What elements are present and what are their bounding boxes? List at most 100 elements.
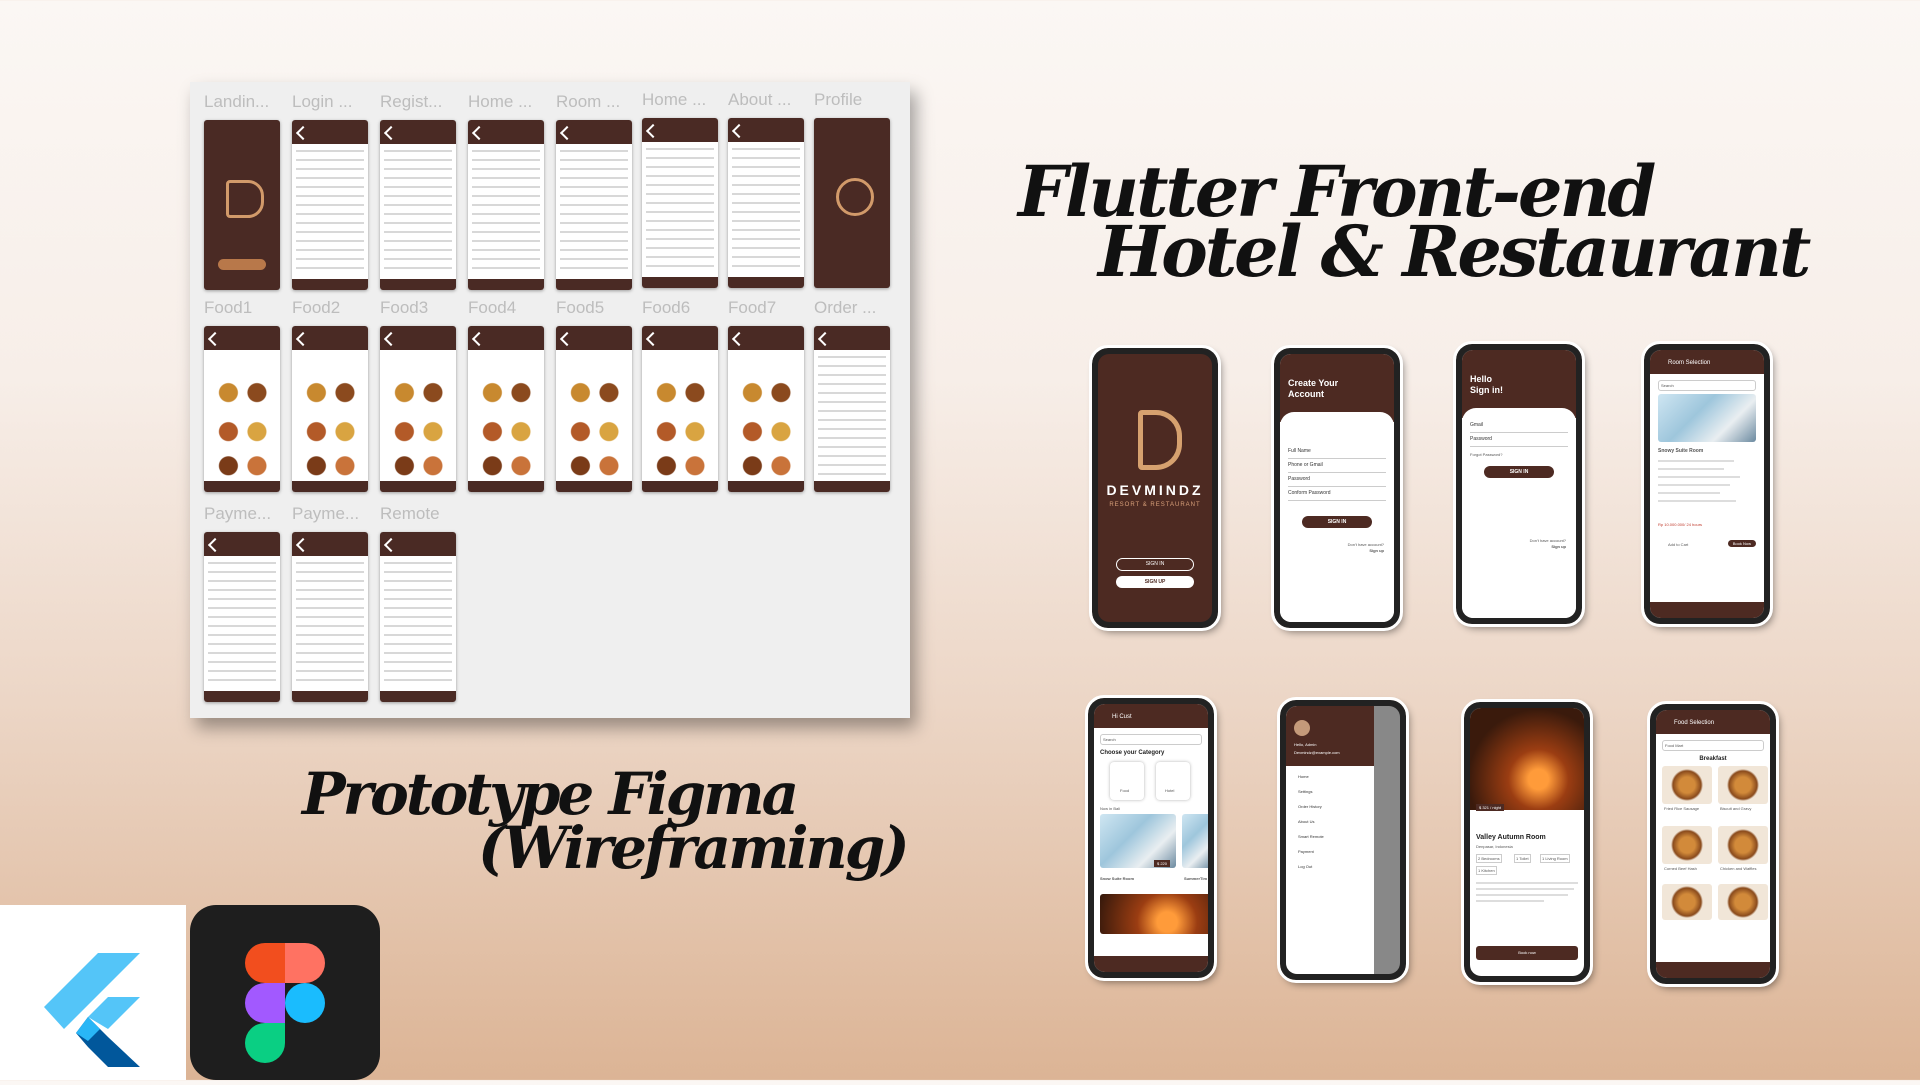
frame-register[interactable] <box>380 120 456 290</box>
frame-home-menu[interactable] <box>642 118 718 288</box>
drawer-item-home[interactable]: Home <box>1298 774 1309 779</box>
frame-landing[interactable] <box>204 120 280 290</box>
food-image[interactable] <box>1718 826 1768 864</box>
frame-profile[interactable] <box>814 118 890 288</box>
detail-room-name: Valley Autumn Room <box>1476 834 1546 841</box>
fullname-field[interactable]: Full Name <box>1288 448 1386 459</box>
phone-field[interactable]: Phone or Gmail <box>1288 462 1386 473</box>
phone-food: Food Selection Food Mart Breakfast Fried… <box>1647 701 1779 987</box>
category-heading: Choose your Category <box>1100 750 1165 756</box>
drawer-item-logout[interactable]: Log Out <box>1298 864 1312 869</box>
hotel-image <box>1100 894 1208 934</box>
detail-location: Denpasar, Indonesia <box>1476 844 1513 849</box>
frame-home[interactable] <box>468 120 544 290</box>
food-image[interactable] <box>1662 884 1712 920</box>
food-image[interactable] <box>1662 766 1712 804</box>
frame-food2[interactable] <box>292 326 368 492</box>
room-search-input[interactable]: Search <box>1658 380 1756 391</box>
frame-payment2[interactable] <box>292 532 368 702</box>
frame-order[interactable] <box>814 326 890 492</box>
food-category-card[interactable]: Food <box>1110 762 1144 800</box>
frame-label: Home ... <box>642 90 707 109</box>
signin-button[interactable]: SIGN IN <box>1116 558 1194 571</box>
confirm-password-field[interactable]: Conform Password <box>1288 490 1386 501</box>
brand-name: DEVMINDZ <box>1106 482 1204 498</box>
login-password-field[interactable]: Password <box>1470 436 1568 447</box>
room-title: Room Selection <box>1668 360 1711 366</box>
signup-button[interactable]: SIGN UP <box>1116 576 1194 588</box>
frame-food5[interactable] <box>556 326 632 492</box>
phone-room: Room Selection Search Snowy Suite Room R… <box>1641 341 1773 627</box>
tag-living: 1 Living Room <box>1540 854 1570 863</box>
frame-login[interactable] <box>292 120 368 290</box>
food-item-3: Corned Beef Hash <box>1664 866 1697 871</box>
tag-kitchen: 1 Kitchen <box>1476 866 1497 875</box>
frame-label: Food1 <box>204 298 253 317</box>
drawer-item-remote[interactable]: Smart Remote <box>1298 834 1324 839</box>
side-drawer: Hello, Admin Devmindz@example.com Home S… <box>1286 706 1374 974</box>
frame-label: Order ... <box>814 298 877 317</box>
drawer-item-settings[interactable]: Settings <box>1298 789 1312 794</box>
frame-room[interactable] <box>556 120 632 290</box>
register-signin-button[interactable]: SIGN IN <box>1302 516 1372 528</box>
frame-payment1[interactable] <box>204 532 280 702</box>
phone-register: Create Your Account Full Name Phone or G… <box>1271 345 1403 631</box>
login-signup-link[interactable]: Sign up <box>1551 544 1566 549</box>
frame-about[interactable] <box>728 118 804 288</box>
frame-label: Profile <box>814 90 863 109</box>
frame-label: Food3 <box>380 298 429 317</box>
phone-landing: DEVMINDZ RESORT & RESTAURANT SIGN IN SIG… <box>1089 345 1221 631</box>
frame-food6[interactable] <box>642 326 718 492</box>
frame-label: Payme... <box>292 504 360 523</box>
forgot-password-link[interactable]: Forgot Password? <box>1470 452 1502 457</box>
frame-food3[interactable] <box>380 326 456 492</box>
food-image[interactable] <box>1718 766 1768 804</box>
detail-price: $ 321 / night <box>1476 804 1505 811</box>
food-item-4: Chicken and Waffles <box>1720 866 1757 871</box>
phone-drawer: Hello, Admin Devmindz@example.com Home S… <box>1277 697 1409 983</box>
food-search-input[interactable]: Food Mart <box>1662 740 1764 751</box>
room-image <box>1658 394 1756 442</box>
frame-food1[interactable] <box>204 326 280 492</box>
home-search-input[interactable]: Search <box>1100 734 1202 745</box>
main-title-line2: Hotel & Restaurant <box>1098 210 1811 293</box>
food-image[interactable] <box>1662 826 1712 864</box>
register-title: Create Your Account <box>1288 378 1339 399</box>
figma-board: Landin... Login ... Regist... Home ... R… <box>190 82 910 718</box>
login-signin-button[interactable]: SIGN IN <box>1484 466 1554 478</box>
drawer-item-order-history[interactable]: Order History <box>1298 804 1322 809</box>
brand-tagline: RESORT & RESTAURANT <box>1109 502 1201 508</box>
drawer-item-about[interactable]: About Us <box>1298 819 1314 824</box>
frame-food4[interactable] <box>468 326 544 492</box>
detail-book-button[interactable]: Book now <box>1476 946 1578 960</box>
figma-logo-icon <box>190 905 380 1080</box>
drawer-item-payment[interactable]: Payment <box>1298 849 1314 854</box>
drawer-user: Hello, Admin <box>1294 742 1317 747</box>
autumn-room-image <box>1470 708 1584 810</box>
gmail-field[interactable]: Gmail <box>1470 422 1568 433</box>
summer-room-image[interactable] <box>1182 814 1208 868</box>
food-title: Food Selection <box>1674 720 1715 726</box>
room-price: Rp 10.000.000/ 24 hours <box>1658 522 1703 527</box>
food-image[interactable] <box>1718 884 1768 920</box>
phone-detail: $ 321 / night Valley Autumn Room Denpasa… <box>1461 699 1593 985</box>
frame-label: Landin... <box>204 92 270 111</box>
frame-label: Food2 <box>292 298 341 317</box>
food-item-2: Biscuit and Gravy <box>1720 806 1752 811</box>
hotel-category-card[interactable]: Hotel <box>1156 762 1190 800</box>
book-now-button[interactable]: Book Now <box>1727 540 1756 547</box>
home-room2-name: SummerTim <box>1184 876 1208 881</box>
subtitle-line2: (Wireframing) <box>478 814 910 882</box>
drawer-email: Devmindz@example.com <box>1294 750 1340 755</box>
home-title: Hi Cust <box>1112 714 1132 720</box>
register-signup-link[interactable]: Sign up <box>1369 548 1384 553</box>
frame-label: Room ... <box>556 92 621 111</box>
avatar <box>1294 720 1310 736</box>
frame-food7[interactable] <box>728 326 804 492</box>
add-to-cart-button[interactable]: Add to Cart <box>1668 542 1688 547</box>
password-field[interactable]: Password <box>1288 476 1386 487</box>
frame-label: Login ... <box>292 92 353 111</box>
frame-label: Food4 <box>468 298 517 317</box>
frame-remote[interactable] <box>380 532 456 702</box>
room-price-badge: $ 220 <box>1154 860 1171 867</box>
